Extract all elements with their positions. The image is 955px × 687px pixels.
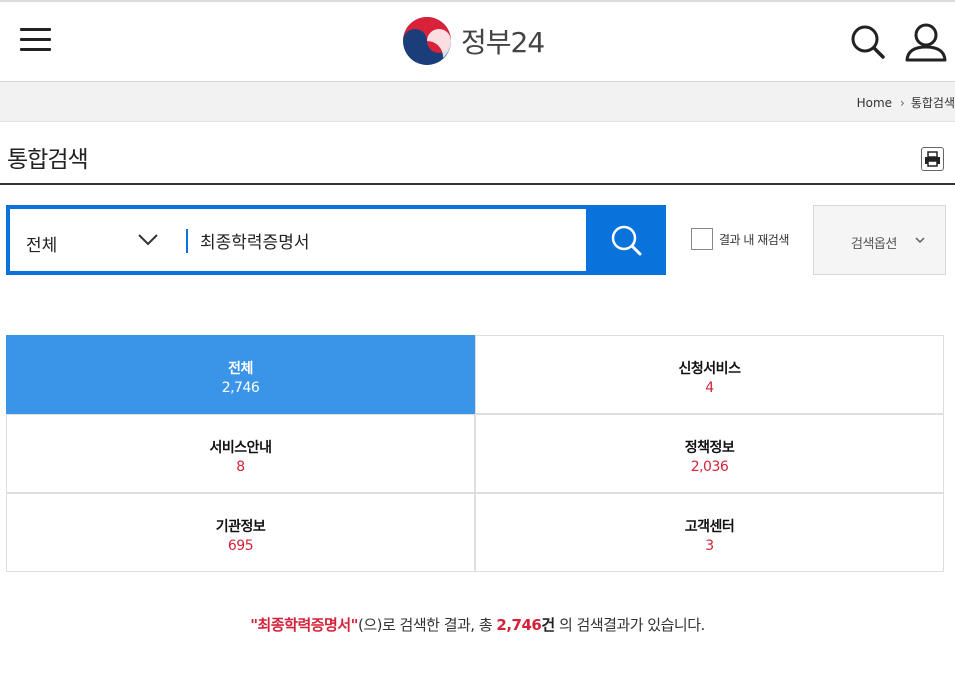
summary-text: (으)로 검색한 결과, 총 <box>357 616 497 634</box>
search-within-results-label: 결과 내 재검색 <box>719 232 789 247</box>
category-select[interactable]: 전체 <box>10 209 186 271</box>
tab-label: 서비스안내 <box>209 440 272 456</box>
user-icon[interactable] <box>904 22 948 62</box>
search-icon <box>611 225 642 256</box>
tab-application-services[interactable]: 신청서비스 4 <box>475 335 944 414</box>
page-title: 통합검색 <box>7 147 89 173</box>
tab-customer-center[interactable]: 고객센터 3 <box>475 493 944 572</box>
tab-count: 3 <box>705 538 714 554</box>
search-result-summary: "최종학력증명서"(으)로 검색한 결과, 총 2,746건 의 검색결과가 있… <box>0 614 955 635</box>
hamburger-menu-icon[interactable] <box>20 26 52 54</box>
gov24-logo[interactable]: 정부24 <box>401 16 545 66</box>
summary-keyword: "최종학력증명서" <box>250 616 358 634</box>
tab-all[interactable]: 전체 2,746 <box>6 335 475 414</box>
summary-text-end: 의 검색결과가 있습니다. <box>554 616 705 634</box>
breadcrumb-current: 통합검색 <box>910 96 955 110</box>
search-within-results[interactable]: 결과 내 재검색 <box>691 228 789 250</box>
search-icon[interactable] <box>850 24 886 60</box>
printer-icon[interactable] <box>921 147 944 171</box>
site-header: 정부24 <box>0 2 955 82</box>
search-submit-button[interactable] <box>586 205 666 275</box>
breadcrumb: Home › 통합검색 <box>857 94 955 111</box>
tab-policy-info[interactable]: 정책정보 2,036 <box>475 414 944 493</box>
search-input[interactable] <box>200 221 570 259</box>
chevron-right-icon: › <box>900 95 905 110</box>
summary-count: 2,746 <box>496 616 542 634</box>
category-select-value: 전체 <box>26 236 58 256</box>
tab-count: 4 <box>705 380 714 396</box>
tab-count: 2,036 <box>690 459 729 475</box>
search-field-container: 전체 <box>10 209 586 271</box>
field-divider <box>186 229 188 253</box>
search-box: 전체 <box>6 205 666 275</box>
tab-label: 전체 <box>228 361 253 377</box>
logo-text: 정부24 <box>461 26 545 59</box>
search-within-results-checkbox[interactable] <box>691 228 713 250</box>
search-options-label: 검색옵션 <box>851 237 897 252</box>
tab-label: 신청서비스 <box>678 361 741 377</box>
tab-count: 2,746 <box>221 380 260 396</box>
summary-unit: 건 <box>541 616 555 634</box>
result-category-tabs: 전체 2,746 신청서비스 4 서비스안내 8 정책정보 2,036 기관정보… <box>6 335 944 573</box>
tab-count: 8 <box>236 459 245 475</box>
tab-count: 695 <box>227 538 254 554</box>
tab-label: 고객센터 <box>684 519 735 535</box>
tab-service-guide[interactable]: 서비스안내 8 <box>6 414 475 493</box>
chevron-down-icon <box>138 234 158 246</box>
breadcrumb-bar: Home › 통합검색 <box>0 82 955 122</box>
search-options-button[interactable]: 검색옵션 <box>813 205 946 275</box>
taegeuk-emblem-icon <box>403 17 451 65</box>
tab-label: 정책정보 <box>684 440 735 456</box>
title-divider <box>0 183 955 185</box>
tab-label: 기관정보 <box>215 519 266 535</box>
breadcrumb-home-link[interactable]: Home <box>857 96 892 110</box>
chevron-down-icon <box>915 237 925 243</box>
tab-agency-info[interactable]: 기관정보 695 <box>6 493 475 572</box>
